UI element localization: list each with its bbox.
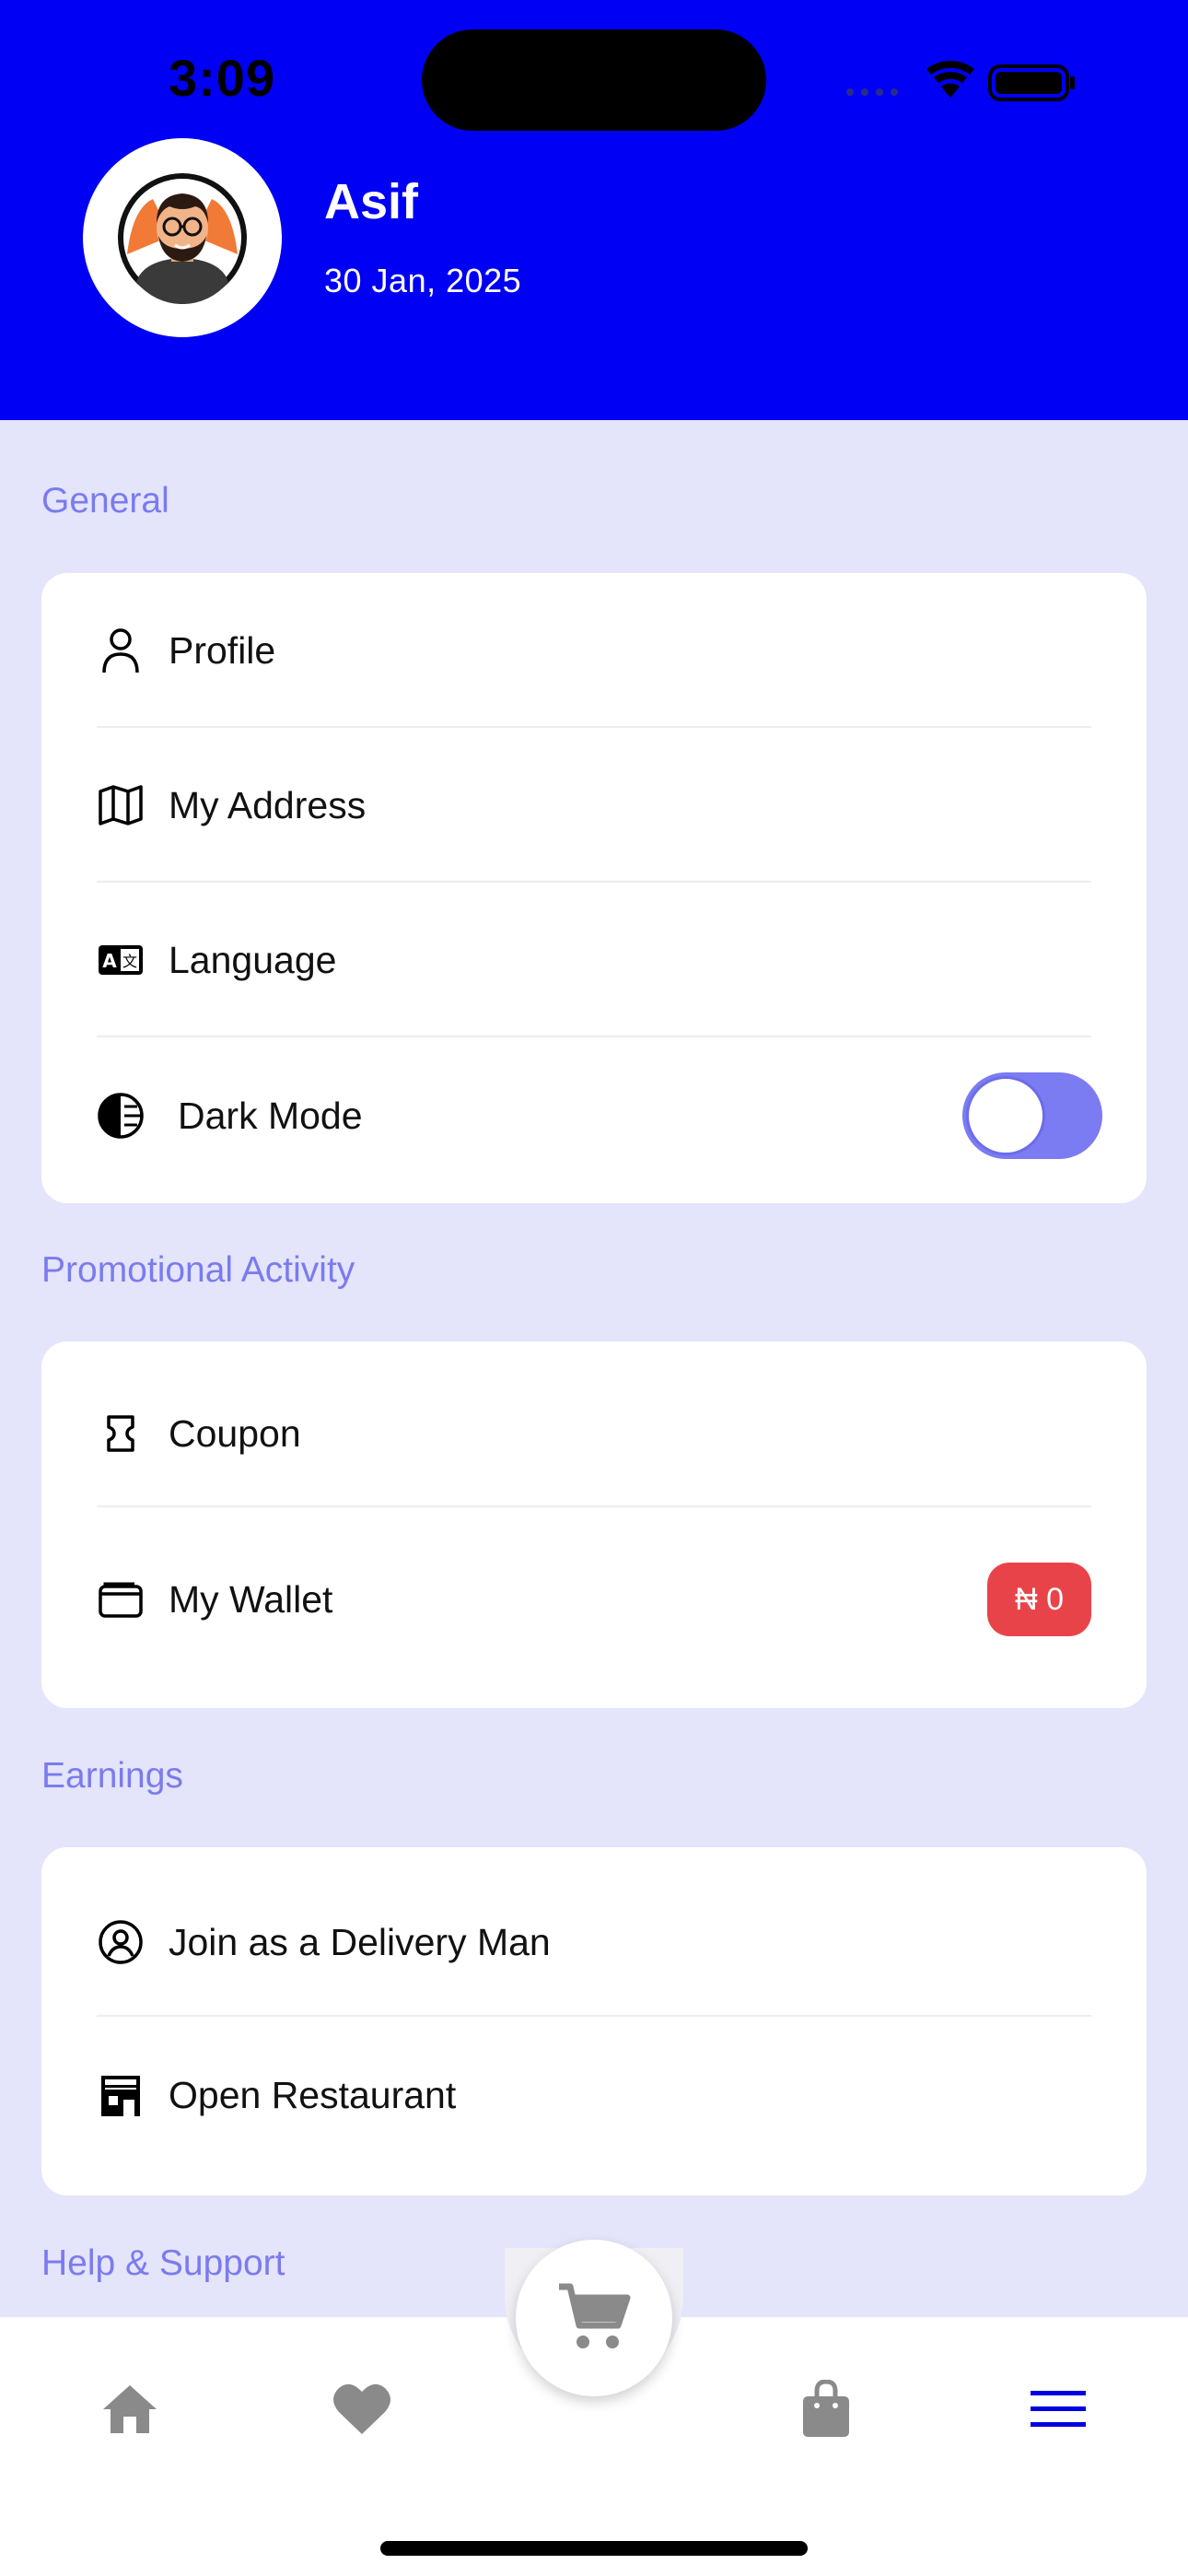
status-time: 3:09 xyxy=(169,49,276,107)
avatar-illustration xyxy=(118,173,247,304)
store-icon xyxy=(97,2071,145,2119)
heart-icon xyxy=(333,2383,390,2434)
menu-item-open-restaurant[interactable]: Open Restaurant xyxy=(97,2017,1091,2173)
contrast-icon xyxy=(97,1092,145,1140)
menu-item-label: Coupon xyxy=(169,1411,301,1455)
coupon-icon xyxy=(97,1410,145,1458)
menu-item-coupon[interactable]: Coupon xyxy=(97,1360,1091,1507)
general-card: Profile My Address A文 Language Dark Mode xyxy=(41,573,1147,1203)
user-date: 30 Jan, 2025 xyxy=(324,262,522,299)
dark-mode-toggle[interactable] xyxy=(962,1072,1102,1159)
menu-item-label: Dark Mode xyxy=(178,1094,363,1137)
menu-item-profile[interactable]: Profile xyxy=(97,573,1091,728)
menu-item-label: Profile xyxy=(169,628,276,672)
section-title-promotional: Promotional Activity xyxy=(41,1250,355,1290)
nav-cart[interactable] xyxy=(516,2240,672,2396)
menu-item-language[interactable]: A文 Language xyxy=(97,883,1091,1037)
cellular-signal-icon xyxy=(846,88,898,96)
menu-item-label: My Wallet xyxy=(169,1577,333,1621)
wifi-icon xyxy=(926,60,974,98)
cart-icon xyxy=(559,2283,631,2348)
avatar[interactable] xyxy=(83,138,282,337)
nav-orders[interactable] xyxy=(785,2368,868,2451)
menu-item-label: Join as a Delivery Man xyxy=(169,1920,551,1963)
person-icon xyxy=(97,626,145,674)
section-title-help: Help & Support xyxy=(41,2243,285,2283)
wallet-balance-badge: ₦ 0 xyxy=(987,1563,1091,1636)
profile-header: 3:09 Asif 30 Jan, 2025 xyxy=(0,0,1188,420)
dynamic-island xyxy=(422,29,766,131)
nav-menu[interactable] xyxy=(1017,2368,1100,2451)
bag-icon xyxy=(803,2380,849,2437)
section-title-earnings: Earnings xyxy=(41,1756,183,1796)
menu-item-label: My Address xyxy=(169,783,367,826)
nav-favorites[interactable] xyxy=(320,2368,403,2451)
menu-item-my-wallet[interactable]: My Wallet ₦ 0 xyxy=(97,1507,1091,1692)
menu-item-label: Language xyxy=(169,938,337,981)
menu-item-my-address[interactable]: My Address xyxy=(97,728,1091,883)
wallet-icon xyxy=(97,1575,145,1623)
svg-text:A: A xyxy=(102,950,117,972)
menu-item-label: Open Restaurant xyxy=(169,2073,457,2116)
section-title-general: General xyxy=(41,481,169,521)
user-circle-icon xyxy=(97,1918,145,1966)
status-icons xyxy=(843,57,1082,103)
menu-item-dark-mode: Dark Mode xyxy=(97,1037,1102,1194)
earnings-card: Join as a Delivery Man Open Restaurant xyxy=(41,1847,1147,2195)
nav-home[interactable] xyxy=(88,2368,171,2451)
map-icon xyxy=(97,781,145,829)
user-name: Asif xyxy=(324,174,419,229)
home-indicator xyxy=(380,2541,808,2556)
toggle-knob xyxy=(966,1076,1045,1155)
svg-text:文: 文 xyxy=(122,953,137,970)
translate-icon: A文 xyxy=(97,936,145,984)
home-icon xyxy=(103,2385,157,2433)
promotional-card: Coupon My Wallet ₦ 0 xyxy=(41,1341,1147,1708)
battery-icon xyxy=(988,64,1075,101)
menu-icon xyxy=(1031,2391,1086,2427)
menu-item-join-delivery-man[interactable]: Join as a Delivery Man xyxy=(97,1868,1091,2017)
